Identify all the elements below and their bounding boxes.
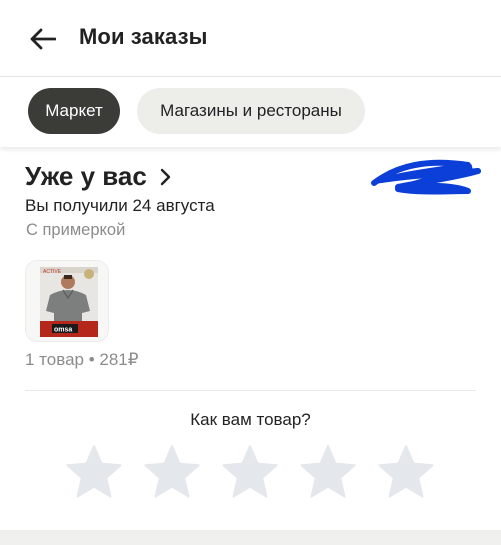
svg-text:omsa: omsa bbox=[54, 327, 72, 334]
star-icon[interactable] bbox=[300, 445, 356, 499]
tabs-bar: Маркет Магазины и рестораны bbox=[0, 77, 501, 147]
next-card-edge bbox=[0, 530, 501, 545]
received-date-text: Вы получили 24 августа bbox=[25, 196, 215, 215]
back-button[interactable] bbox=[26, 22, 60, 56]
order-status-link[interactable]: Уже у вас bbox=[25, 161, 173, 192]
product-thumbnail[interactable]: ACTIVE omsa bbox=[25, 260, 109, 342]
orders-page: Мои заказы Маркет Магазины и рестораны У… bbox=[0, 0, 501, 545]
star-icon[interactable] bbox=[66, 445, 122, 499]
star-icon[interactable] bbox=[144, 445, 200, 499]
arrow-left-icon bbox=[30, 28, 56, 50]
page-title: Мои заказы bbox=[79, 24, 208, 49]
order-summary: 1 товар • 281₽ bbox=[25, 350, 139, 369]
delivery-note: С примеркой bbox=[26, 221, 126, 239]
chevron-right-icon bbox=[159, 168, 173, 186]
redaction-scribble bbox=[371, 159, 481, 195]
rating-stars bbox=[66, 445, 436, 499]
tab-market[interactable]: Маркет bbox=[28, 88, 120, 134]
order-card: Уже у вас Вы получили 24 августа С приме… bbox=[0, 147, 501, 530]
order-status-title: Уже у вас bbox=[25, 161, 147, 191]
rating-question: Как вам товар? bbox=[190, 410, 311, 429]
tab-shops-and-restaurants[interactable]: Магазины и рестораны bbox=[137, 88, 365, 134]
divider bbox=[25, 390, 476, 391]
product-tshirt-image: ACTIVE omsa bbox=[40, 267, 98, 337]
svg-text:ACTIVE: ACTIVE bbox=[43, 269, 62, 275]
star-icon[interactable] bbox=[378, 445, 434, 499]
star-icon[interactable] bbox=[222, 445, 278, 499]
header-bar: Мои заказы bbox=[0, 0, 501, 77]
